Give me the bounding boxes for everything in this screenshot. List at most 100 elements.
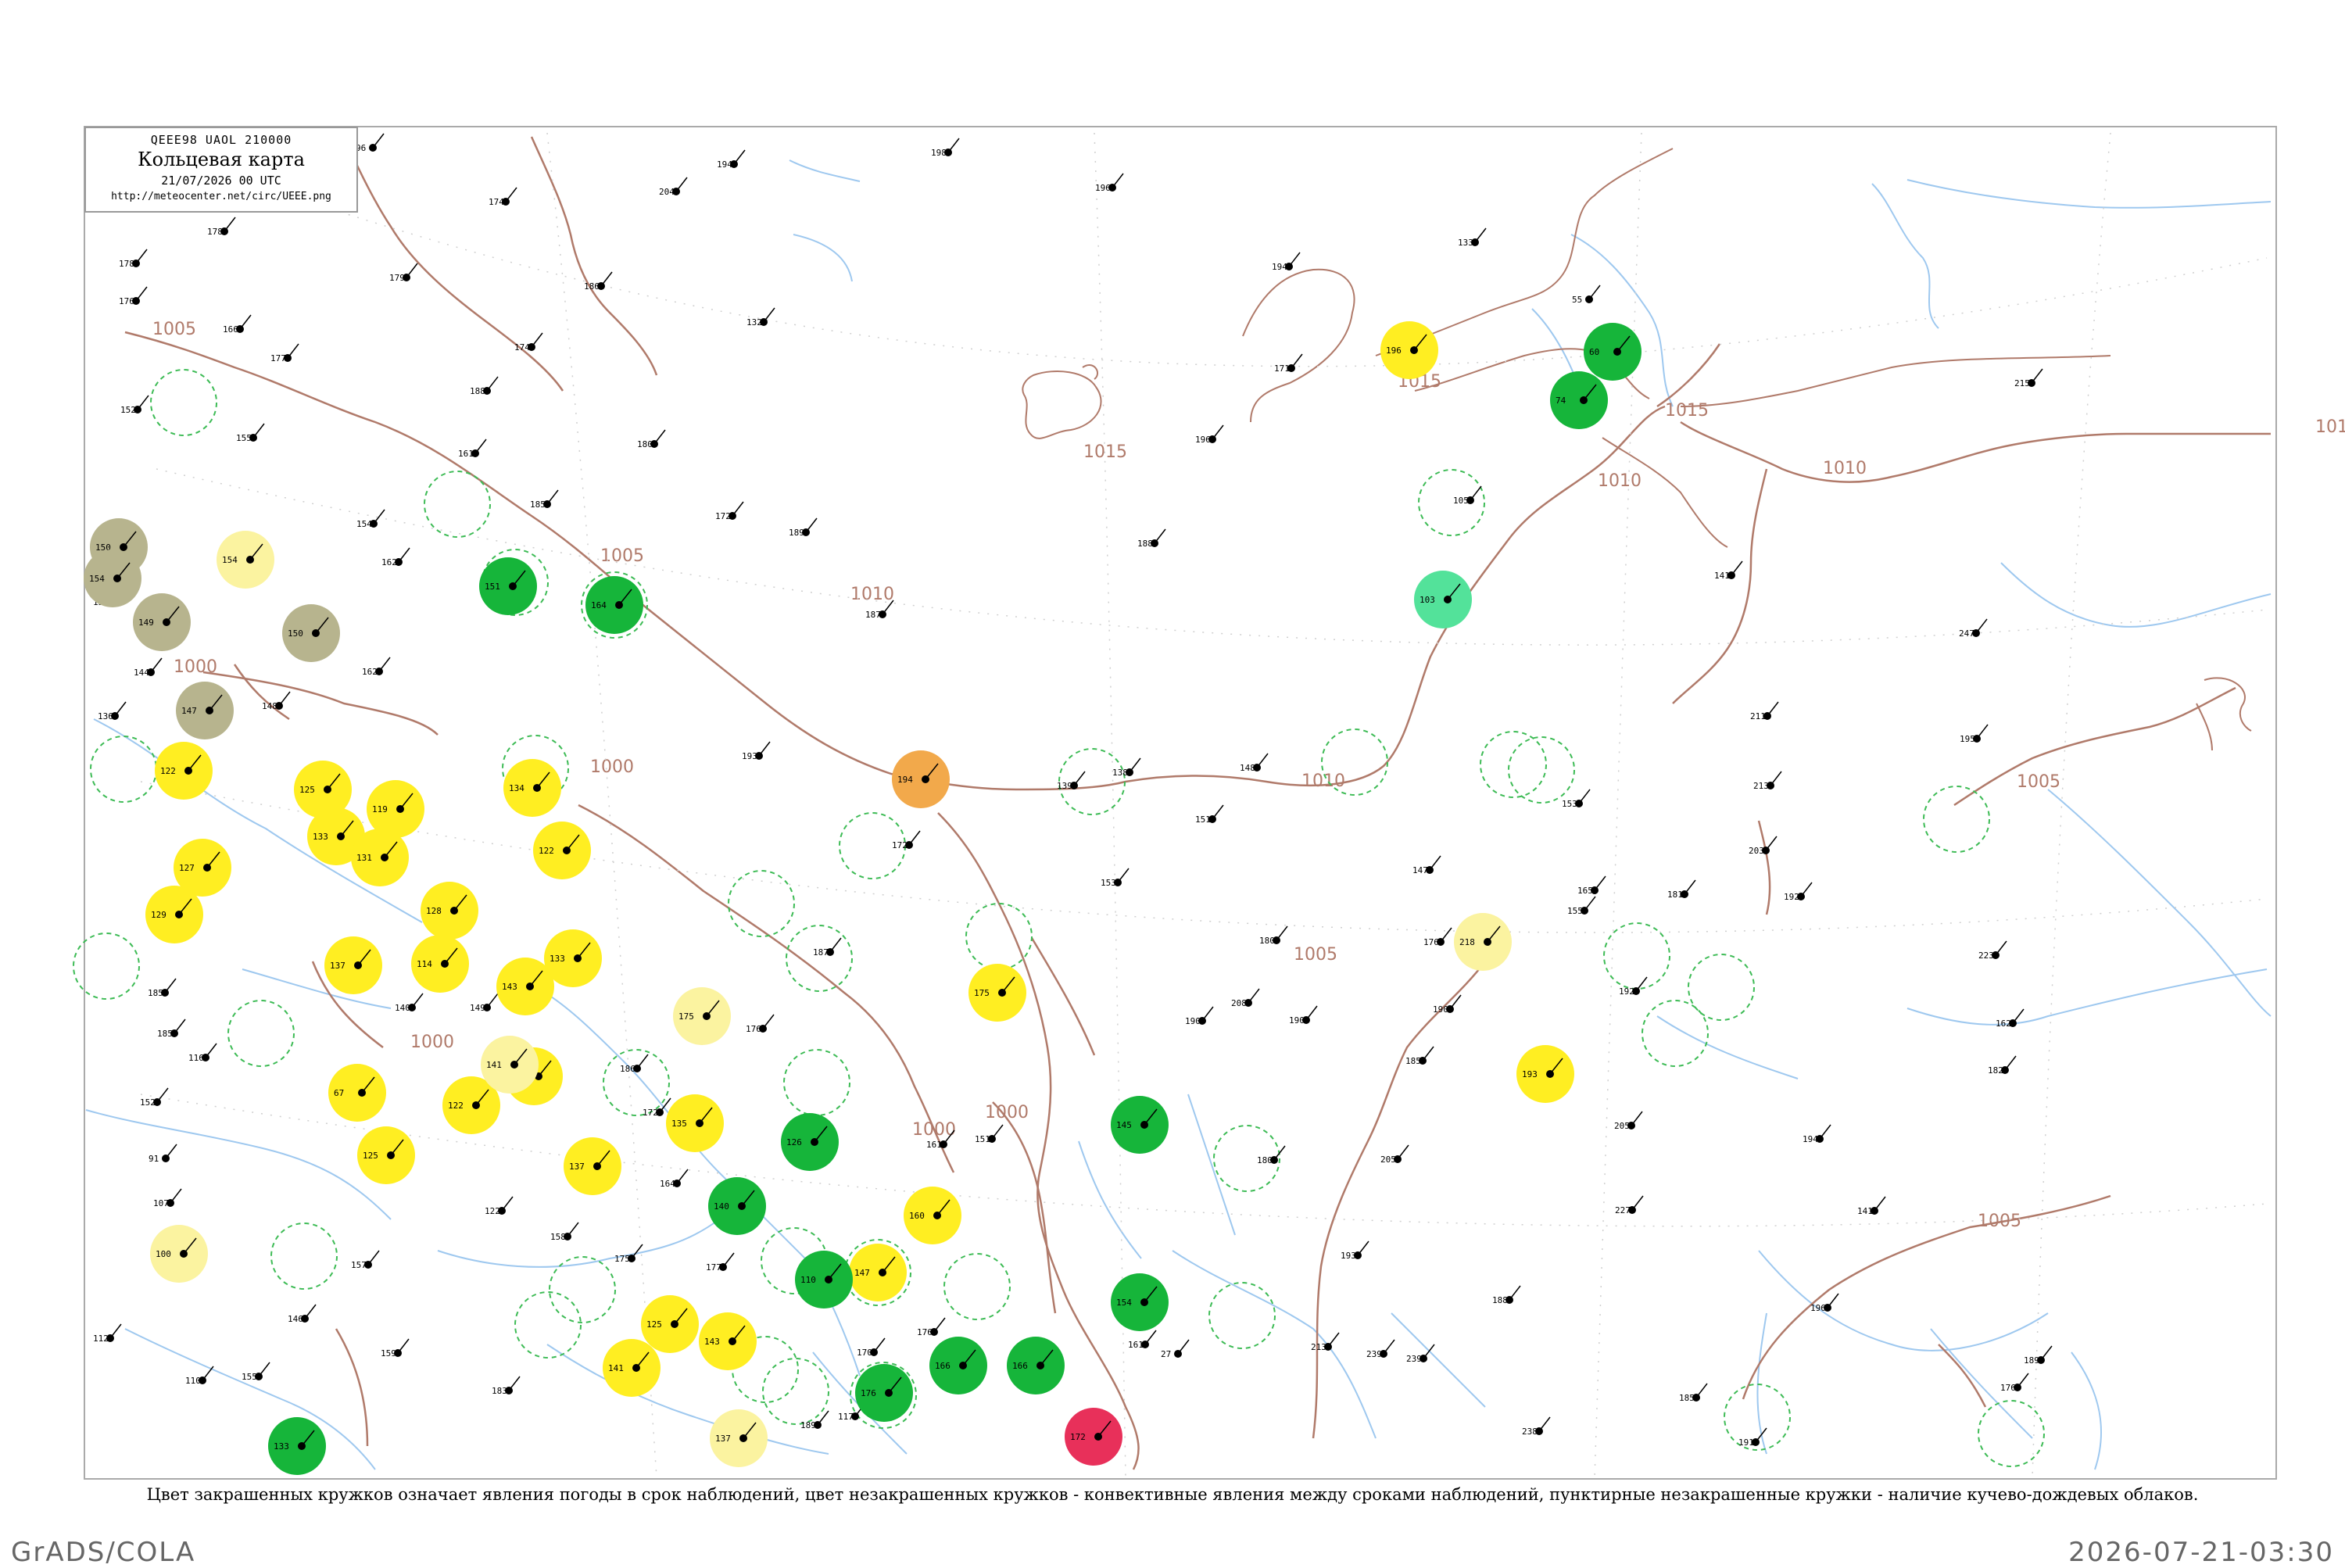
station-temp: 194 xyxy=(717,159,732,170)
isobar-label: 1005 xyxy=(1294,945,1337,965)
station-temp: 247 xyxy=(1959,628,1974,639)
map-title: Кольцевая карта xyxy=(138,149,305,170)
station-temp: 176 xyxy=(119,296,134,306)
station-temp: 161 xyxy=(1128,1340,1144,1350)
station-temp: 154 xyxy=(222,555,238,565)
station-temp: 133 xyxy=(1458,238,1473,248)
weather-station: 175 xyxy=(673,987,731,1045)
station-temp: 178 xyxy=(207,227,223,237)
weather-station: 137 xyxy=(324,936,382,994)
station-temp: 154 xyxy=(356,519,372,529)
station-temp: 141 xyxy=(1857,1206,1873,1216)
station-temp: 125 xyxy=(363,1151,378,1161)
station-temp: 122 xyxy=(448,1101,464,1111)
station-temp: 204 xyxy=(659,187,675,197)
station-temp: 119 xyxy=(372,804,388,814)
map-title-box: QEEE98 UAOL 210000 Кольцевая карта 21/07… xyxy=(84,127,358,213)
station-temp: 148 xyxy=(1240,763,1255,773)
station-temp: 162 xyxy=(362,667,378,677)
weather-station: 110 xyxy=(795,1251,853,1308)
weather-station: 67 xyxy=(328,1064,386,1122)
station-temp: 175 xyxy=(614,1254,630,1264)
station-temp: 141 xyxy=(486,1060,502,1070)
weather-station: 141 xyxy=(603,1339,661,1397)
station-temp: 171 xyxy=(1274,363,1290,374)
station-temp: 189 xyxy=(2024,1355,2039,1366)
station-temp: 147 xyxy=(854,1268,870,1278)
weather-station: 196 xyxy=(1380,321,1438,379)
station-temp: 193 xyxy=(1341,1251,1356,1261)
station-temp: 55 xyxy=(1572,295,1582,305)
station-temp: 147 xyxy=(181,706,197,716)
station-temp: 176 xyxy=(746,1024,761,1034)
weather-station: 154 xyxy=(217,531,274,589)
generation-timestamp: 2026-07-21-03:30 xyxy=(2068,1537,2334,1568)
source-url[interactable]: http://meteocenter.net/circ/UEEE.png xyxy=(86,191,356,202)
isobar-label: 1010 xyxy=(1823,459,1867,478)
weather-station: 122 xyxy=(155,742,213,800)
station-temp: 153 xyxy=(1562,799,1577,809)
station-temp: 153 xyxy=(1101,878,1116,888)
station-temp: 158 xyxy=(550,1232,566,1242)
station-temp: 188 xyxy=(1137,539,1153,549)
isobar-label: 1015 xyxy=(1665,401,1709,421)
station-temp: 174 xyxy=(489,197,504,207)
station-temp: 170 xyxy=(857,1348,872,1358)
station-temp: 186 xyxy=(584,281,600,292)
station-temp: 103 xyxy=(1420,595,1435,605)
station-temp: 154 xyxy=(89,574,105,584)
station-temp: 137 xyxy=(715,1434,731,1444)
station-temp: 151 xyxy=(975,1134,990,1144)
station-temp: 140 xyxy=(714,1201,729,1212)
station-temp: 147 xyxy=(1412,865,1428,875)
weather-station: 134 xyxy=(503,759,561,817)
station-temp: 185 xyxy=(1679,1393,1695,1403)
weather-station: 131 xyxy=(351,829,409,886)
weather-station: 125 xyxy=(641,1295,699,1353)
station-temp: 180 xyxy=(1259,936,1275,946)
station-temp: 180 xyxy=(1257,1155,1273,1165)
station-temp: 152 xyxy=(120,405,136,415)
station-temp: 112 xyxy=(93,1334,109,1344)
weather-station: 129 xyxy=(145,886,203,943)
station-temp: 174 xyxy=(514,342,530,353)
weather-station: 164 xyxy=(585,576,643,634)
weather-station: 143 xyxy=(699,1312,757,1370)
station-temp: 141 xyxy=(1714,571,1730,581)
weather-station: 172 xyxy=(1065,1408,1122,1466)
station-temp: 136 xyxy=(98,711,113,721)
weather-station: 133 xyxy=(268,1417,326,1475)
station-temp: 190 xyxy=(1433,1004,1448,1015)
isobar-label: 1010 xyxy=(1598,471,1642,491)
station-temp: 122 xyxy=(485,1206,500,1216)
station-temp: 205 xyxy=(1380,1155,1396,1165)
station-temp: 161 xyxy=(458,449,474,459)
station-temp: 185 xyxy=(148,988,163,998)
station-temp: 176 xyxy=(917,1327,933,1337)
station-temp: 166 xyxy=(935,1361,951,1371)
station-temp: 176 xyxy=(861,1388,876,1398)
station-temp: 74 xyxy=(1556,396,1566,406)
station-temp: 127 xyxy=(179,863,195,873)
station-temp: 196 xyxy=(1810,1303,1826,1313)
station-temp: 180 xyxy=(637,439,653,449)
station-temp: 134 xyxy=(509,783,524,793)
station-temp: 196 xyxy=(1195,435,1211,445)
station-temp: 159 xyxy=(381,1348,396,1359)
isobar-label: 1010 xyxy=(850,585,894,604)
station-temp: 208 xyxy=(1231,998,1247,1008)
station-temp: 186 xyxy=(620,1064,635,1074)
station-temp: 135 xyxy=(671,1119,687,1129)
weather-station: 160 xyxy=(904,1187,961,1244)
map-datetime: 21/07/2026 00 UTC xyxy=(161,174,281,188)
station-temp: 189 xyxy=(800,1420,816,1430)
weather-station: 166 xyxy=(1007,1337,1065,1394)
station-temp: 145 xyxy=(1116,1120,1132,1130)
station-temp: 114 xyxy=(417,959,432,969)
station-temp: 164 xyxy=(591,600,607,610)
station-temp: 107 xyxy=(153,1198,169,1208)
station-temp: 165 xyxy=(1577,886,1593,896)
station-temp: 149 xyxy=(470,1003,485,1013)
isobar-label: 101 xyxy=(2315,417,2345,437)
station-temp: 190 xyxy=(1289,1015,1305,1026)
